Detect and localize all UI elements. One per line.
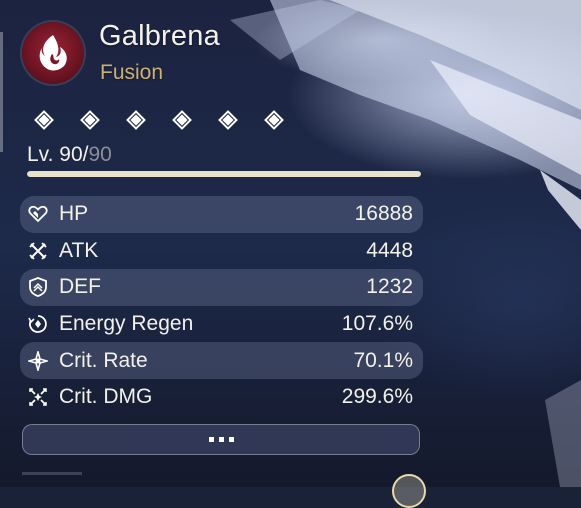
crit-rate-icon — [27, 350, 49, 372]
stat-label: ATK — [59, 238, 99, 262]
divider — [22, 472, 82, 475]
stat-label: DEF — [59, 275, 101, 299]
character-name: Galbrena — [99, 20, 220, 52]
stat-label: HP — [59, 202, 89, 226]
bottom-circle-button[interactable] — [392, 474, 426, 508]
diamond-node-icon[interactable] — [78, 108, 102, 132]
level-display: Lv. 90/90 — [27, 143, 112, 167]
fusion-flame-icon — [22, 22, 84, 84]
stat-value: 299.6% — [341, 385, 413, 409]
diamond-node-icon[interactable] — [32, 108, 56, 132]
stats-list: HP 16888 ATK 4448 DEF 1232 Energy Regen … — [20, 196, 423, 416]
level-current: 90 — [59, 143, 83, 166]
stat-value: 70.1% — [353, 348, 413, 372]
energy-regen-icon — [27, 313, 49, 335]
stat-row-crit-dmg: Crit. DMG 299.6% — [20, 379, 423, 416]
level-progress-fill — [27, 171, 421, 177]
stat-value: 16888 — [354, 202, 413, 226]
level-prefix: Lv. — [27, 143, 60, 166]
diamond-node-icon[interactable] — [216, 108, 240, 132]
side-accent-line — [0, 32, 3, 152]
more-dots-icon — [208, 437, 214, 442]
diamond-node-icon[interactable] — [124, 108, 148, 132]
more-dots-icon — [228, 437, 234, 442]
stat-label: Crit. DMG — [59, 385, 153, 409]
stat-row-crit-rate: Crit. Rate 70.1% — [20, 342, 423, 379]
stat-row-atk: ATK 4448 — [20, 233, 423, 270]
stat-label: Energy Regen — [59, 312, 194, 336]
stat-value: 4448 — [366, 238, 413, 262]
crit-dmg-icon — [27, 386, 49, 408]
level-max: 90 — [88, 143, 112, 166]
more-dots-icon — [218, 437, 224, 442]
stat-row-energy-regen: Energy Regen 107.6% — [20, 306, 423, 343]
level-progress-bar — [27, 171, 421, 177]
diamond-node-icon[interactable] — [262, 108, 286, 132]
more-details-button[interactable] — [22, 424, 420, 455]
stat-value: 107.6% — [341, 312, 413, 336]
crossed-swords-icon — [27, 240, 49, 262]
stat-value: 1232 — [366, 275, 413, 299]
resonance-chain — [32, 108, 286, 132]
shield-icon — [27, 276, 49, 298]
heart-icon — [27, 203, 49, 225]
character-element: Fusion — [100, 61, 164, 84]
diamond-node-icon[interactable] — [170, 108, 194, 132]
stat-row-def: DEF 1232 — [20, 269, 423, 306]
stat-label: Crit. Rate — [59, 348, 148, 372]
stat-row-hp: HP 16888 — [20, 196, 423, 233]
